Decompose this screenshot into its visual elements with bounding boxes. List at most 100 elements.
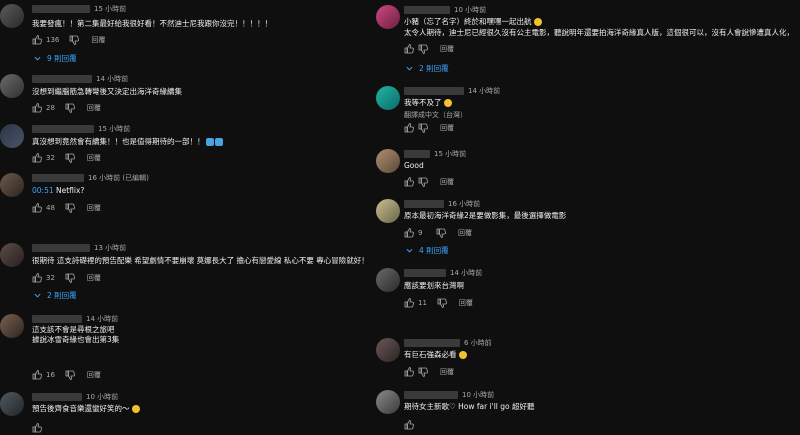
like-icon[interactable] <box>32 370 42 380</box>
dislike-icon[interactable] <box>65 273 75 283</box>
comment-text: 這支該不會是尋根之旅吧 <box>32 325 115 334</box>
laughing-emoji-icon <box>131 405 140 413</box>
comment-text: 沒想到繼腦筋急轉彎後又決定出海洋奇緣續集 <box>32 87 182 96</box>
like-count: 32 <box>46 154 55 162</box>
reply-button[interactable]: 回覆 <box>87 370 101 380</box>
comment-time: 15 小時前 <box>94 5 127 13</box>
dislike-icon[interactable] <box>65 153 75 163</box>
replies-count: 9 則回覆 <box>47 54 77 63</box>
avatar[interactable] <box>0 243 24 267</box>
comment-time: 14 小時前 <box>96 75 129 83</box>
comment-text-row: 預告後齊食音樂還蠻好笑的～ <box>32 404 140 414</box>
like-icon[interactable] <box>404 298 414 308</box>
comment-meta: 10 小時前 <box>404 390 494 400</box>
translate-link[interactable]: 翻譯成中文（台灣） <box>404 110 467 120</box>
timestamp-link[interactable]: 00:51 <box>32 186 54 195</box>
avatar[interactable] <box>376 149 400 173</box>
dislike-icon[interactable] <box>436 228 446 238</box>
comment-actions: 16 回覆 <box>32 369 101 381</box>
comment-actions: 回覆 <box>404 43 454 55</box>
comment-time: 16 小時前 <box>448 200 481 208</box>
like-icon[interactable] <box>404 44 414 54</box>
comment-text: 很期待 這支詩礎裡的預告配樂 希望劇情不要崩壞 莫娜長大了 擔心有戀愛線 私心不… <box>32 256 369 265</box>
comment-meta: 10 小時前 <box>404 5 486 15</box>
like-icon[interactable] <box>32 203 42 213</box>
comment-text: 有巨石強森必看 <box>404 350 457 359</box>
like-icon[interactable] <box>32 153 42 163</box>
reply-button[interactable]: 回覆 <box>87 203 101 213</box>
like-count: 28 <box>46 104 55 112</box>
avatar[interactable] <box>0 124 24 148</box>
comment-actions <box>404 419 418 431</box>
comment-time: 15 小時前 <box>98 125 131 133</box>
like-icon[interactable] <box>32 423 42 433</box>
reply-button[interactable]: 回覆 <box>87 103 101 113</box>
dislike-icon[interactable] <box>65 203 75 213</box>
replies-count: 4 則回覆 <box>419 246 449 255</box>
avatar[interactable] <box>376 86 400 110</box>
reply-button[interactable]: 回覆 <box>91 35 105 45</box>
dislike-icon[interactable] <box>418 177 428 187</box>
avatar[interactable] <box>376 268 400 292</box>
comment-text: Good <box>404 161 424 170</box>
wave-emoji-icon <box>205 138 214 146</box>
avatar[interactable] <box>0 4 24 28</box>
laughing-emoji-icon <box>458 351 467 359</box>
dislike-icon[interactable] <box>65 103 75 113</box>
comment-text: 期待女主新歌♡ How far i'll go 超好聽 <box>404 402 535 411</box>
dislike-icon[interactable] <box>418 367 428 377</box>
like-icon[interactable] <box>404 177 414 187</box>
comment-meta: 16 小時前 (已編輯) <box>32 173 149 183</box>
comment-meta: 16 小時前 <box>404 199 480 209</box>
comment-text: 真沒想到竟然會有續集！！也是值得期待的一部！！ <box>32 137 205 146</box>
reply-button[interactable]: 回覆 <box>440 44 454 54</box>
replies-count: 2 則回覆 <box>47 291 77 300</box>
comment-actions: 48 回覆 <box>32 202 101 214</box>
reply-button[interactable]: 回覆 <box>440 367 454 377</box>
like-icon[interactable] <box>404 367 414 377</box>
view-replies-button[interactable]: 9 則回覆 <box>34 53 77 64</box>
comment-text: 我要發瘋！！第二集最好給我很好看！不然迪士尼我跟你沒完！！！！！ <box>32 19 272 28</box>
comment-meta: 10 小時前 <box>32 392 118 402</box>
view-replies-button[interactable]: 2 則回覆 <box>406 63 449 74</box>
view-replies-button[interactable]: 2 則回覆 <box>34 290 77 301</box>
dislike-icon[interactable] <box>418 123 428 133</box>
dislike-icon[interactable] <box>418 44 428 54</box>
reply-button[interactable]: 回覆 <box>87 273 101 283</box>
reply-button[interactable]: 回覆 <box>459 298 473 308</box>
like-icon[interactable] <box>32 35 42 45</box>
reply-button[interactable]: 回覆 <box>458 228 472 238</box>
reply-button[interactable]: 回覆 <box>87 153 101 163</box>
reply-button[interactable]: 回覆 <box>440 177 454 187</box>
dislike-icon[interactable] <box>65 370 75 380</box>
like-count: 11 <box>418 299 427 307</box>
avatar[interactable] <box>0 392 24 416</box>
like-icon[interactable] <box>404 123 414 133</box>
comment-actions: 9 回覆 <box>404 227 472 239</box>
avatar[interactable] <box>376 199 400 223</box>
avatar[interactable] <box>376 390 400 414</box>
avatar[interactable] <box>0 74 24 98</box>
avatar[interactable] <box>376 338 400 362</box>
avatar[interactable] <box>376 5 400 29</box>
chevron-down-icon <box>34 293 41 298</box>
dislike-icon[interactable] <box>69 35 80 45</box>
like-count: 16 <box>46 371 55 379</box>
dislike-icon[interactable] <box>437 298 447 308</box>
comment-time: 15 小時前 <box>434 150 467 158</box>
comment-text-line2: 太令人期待，迪士尼已經很久沒有公主電影，聽說明年還要拍海洋奇緣真人版，這個很可以… <box>404 28 794 37</box>
like-icon[interactable] <box>404 420 414 430</box>
avatar[interactable] <box>0 173 24 197</box>
like-count: 9 <box>418 229 423 237</box>
avatar[interactable] <box>0 314 24 338</box>
replies-count: 2 則回覆 <box>419 64 449 73</box>
reply-button[interactable]: 回覆 <box>440 123 454 133</box>
view-replies-button[interactable]: 4 則回覆 <box>406 245 449 256</box>
comment-text: 預告後齊食音樂還蠻好笑的～ <box>32 404 130 413</box>
comment-actions: 136 回覆 <box>32 34 105 46</box>
like-icon[interactable] <box>32 273 42 283</box>
comment-text-row: 真沒想到竟然會有續集！！也是值得期待的一部！！ <box>32 137 223 147</box>
comment-text-row: 00:51 Netflix? <box>32 186 84 196</box>
like-icon[interactable] <box>32 103 42 113</box>
like-icon[interactable] <box>404 228 414 238</box>
